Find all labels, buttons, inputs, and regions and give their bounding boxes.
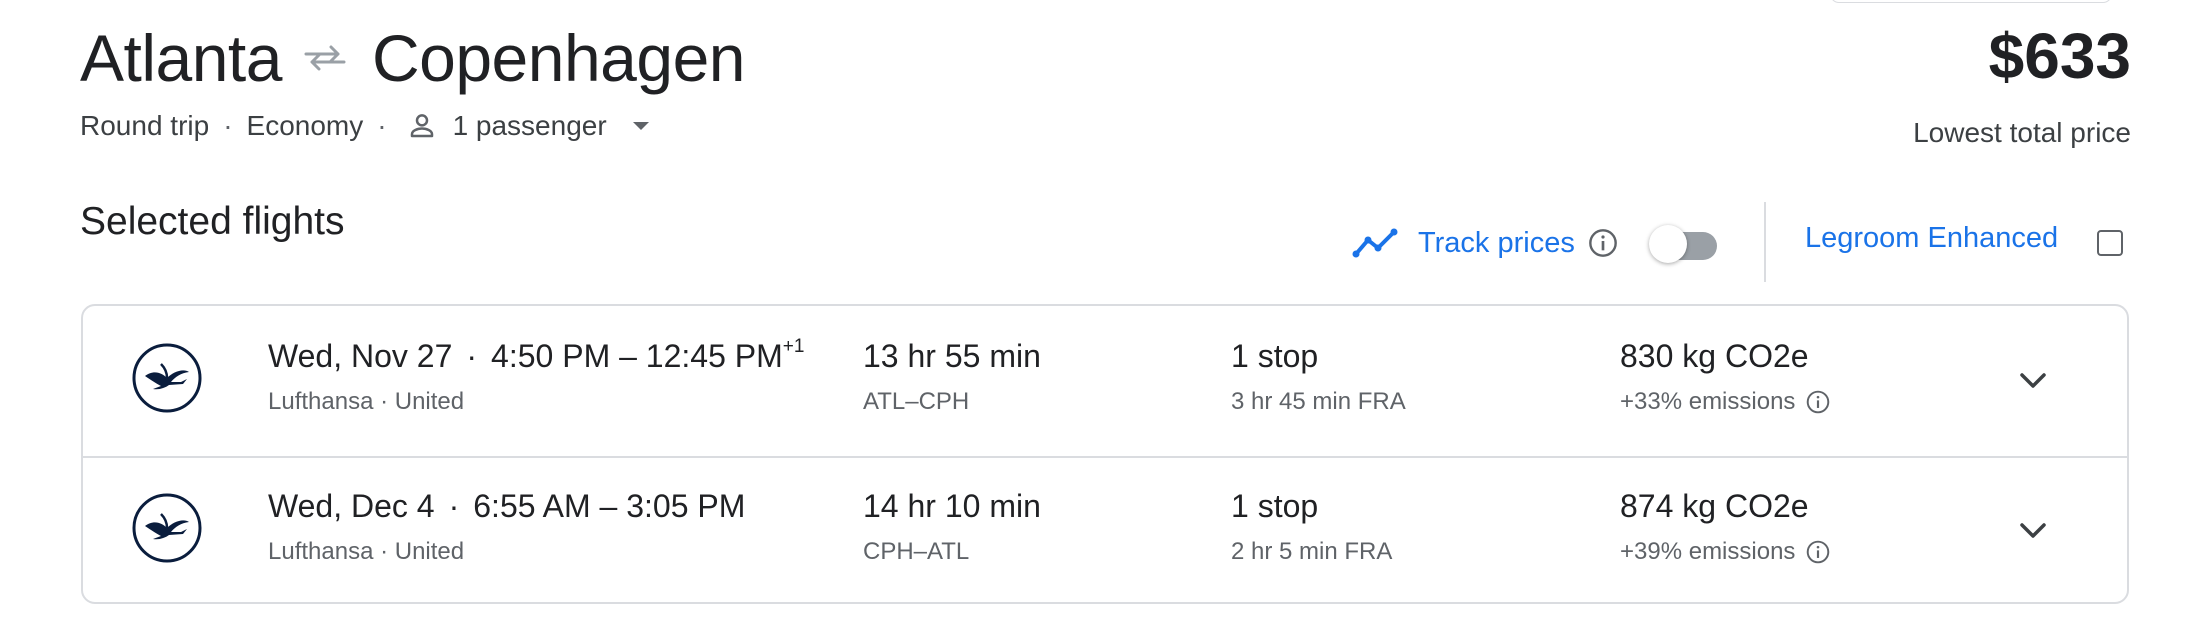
legroom-enhanced-checkbox[interactable]: [2097, 230, 2123, 256]
info-icon[interactable]: [1805, 539, 1831, 565]
operating-airlines: Lufthansa · United: [268, 538, 465, 565]
track-prices-toggle[interactable]: [1648, 225, 1721, 263]
flight-times: Wed, Nov 27 · 4:50 PM – 12:45 PM+1: [268, 336, 805, 375]
stop-count: 1 stop: [1231, 488, 1319, 524]
emissions-percent: +33% emissions: [1620, 388, 1796, 415]
vertical-divider: [1764, 202, 1766, 282]
person-icon: [407, 111, 437, 141]
stop-count: 1 stop: [1231, 338, 1319, 374]
flight-date: Wed, Dec 4: [268, 488, 435, 524]
separator-dot: ·: [223, 110, 233, 141]
selected-flights-heading: Selected flights: [80, 200, 345, 243]
cabin-class[interactable]: Economy: [247, 110, 364, 142]
emissions-percent: +39% emissions: [1620, 538, 1796, 565]
lufthansa-crane-logo: [131, 342, 203, 414]
origin-city: Atlanta: [80, 21, 282, 95]
trip-options: Round trip · Economy · 1 passenger: [80, 110, 651, 142]
airport-codes: CPH–ATL: [863, 538, 970, 565]
chevron-down-icon[interactable]: [2003, 501, 2063, 561]
trending-line-icon: [1352, 228, 1398, 258]
operating-airlines: Lufthansa · United: [268, 388, 465, 415]
destination-city: Copenhagen: [371, 21, 746, 95]
day-offset: +1: [782, 336, 805, 357]
departure-arrival-times: 4:50 PM – 12:45 PM: [491, 338, 783, 374]
lufthansa-crane-logo: [131, 492, 203, 564]
departure-arrival-times: 6:55 AM – 3:05 PM: [473, 488, 746, 524]
co2-emissions: 830 kg CO2e: [1620, 338, 1809, 374]
separator-dot: ·: [377, 110, 387, 141]
track-prices[interactable]: Track prices: [1352, 218, 1721, 268]
flight-duration: 14 hr 10 min: [863, 488, 1041, 524]
info-icon[interactable]: [1805, 389, 1831, 415]
legroom-enhanced-label[interactable]: Legroom Enhanced: [1805, 222, 2058, 255]
flight-duration: 13 hr 55 min: [863, 338, 1041, 374]
caret-down-icon[interactable]: [631, 120, 651, 132]
chevron-down-icon[interactable]: [2003, 351, 2063, 411]
selected-flights-list: Wed, Nov 27 · 4:50 PM – 12:45 PM+1 Lufthan…: [81, 304, 2129, 604]
flight-row[interactable]: Wed, Dec 4 · 6:55 AM – 3:05 PM Lufthansa ·…: [83, 456, 2127, 606]
lowest-price: $633: [1988, 20, 2131, 92]
separator-dot: ·: [448, 488, 460, 524]
swap-arrows-icon: [304, 45, 346, 71]
separator-dot: ·: [466, 338, 478, 374]
flight-times: Wed, Dec 4 · 6:55 AM – 3:05 PM: [268, 488, 745, 525]
info-icon[interactable]: [1587, 227, 1619, 259]
track-prices-label[interactable]: Track prices: [1418, 227, 1575, 260]
flight-row[interactable]: Wed, Nov 27 · 4:50 PM – 12:45 PM+1 Lufthan…: [83, 306, 2127, 458]
emissions-comparison: +39% emissions: [1620, 538, 1831, 566]
trip-header: Atlanta Copenhagen Round trip · Economy …: [80, 0, 2131, 175]
airport-codes: ATL–CPH: [863, 388, 970, 415]
toggle-thumb: [1648, 225, 1687, 263]
lowest-price-label: Lowest total price: [1913, 117, 2131, 148]
layover-detail: 3 hr 45 min FRA: [1231, 388, 1406, 415]
co2-emissions: 874 kg CO2e: [1620, 488, 1809, 524]
trip-type[interactable]: Round trip: [80, 110, 209, 142]
flight-date: Wed, Nov 27: [268, 338, 453, 374]
passenger-count[interactable]: 1 passenger: [453, 110, 607, 142]
emissions-comparison: +33% emissions: [1620, 388, 1831, 416]
route-title: Atlanta Copenhagen: [80, 18, 746, 98]
layover-detail: 2 hr 5 min FRA: [1231, 538, 1393, 565]
